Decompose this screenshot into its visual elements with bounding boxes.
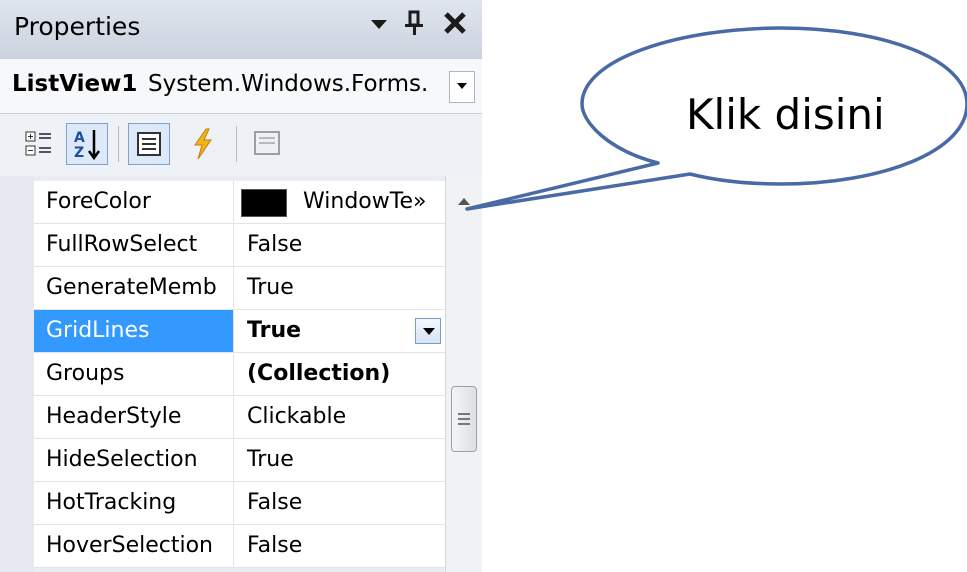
property-row-hideselection[interactable]: HideSelection True [34, 439, 445, 482]
object-name: ListView1 [12, 71, 138, 97]
property-row-headerstyle[interactable]: HeaderStyle Clickable [34, 396, 445, 439]
alphabetical-icon[interactable]: A Z [66, 123, 108, 165]
property-pages-icon[interactable] [246, 123, 288, 165]
property-name: HeaderStyle [34, 396, 234, 438]
property-name: GridLines [34, 310, 234, 352]
object-selector-dropdown-icon[interactable] [449, 71, 475, 103]
value-dropdown-icon[interactable] [415, 318, 441, 344]
title-bar: Properties [0, 0, 482, 58]
pin-icon[interactable] [402, 8, 426, 45]
property-value[interactable]: Clickable [235, 396, 445, 438]
property-row-fullrowselect[interactable]: FullRowSelect False [34, 224, 445, 267]
scroll-thumb[interactable] [451, 386, 477, 452]
svg-text:A: A [74, 130, 85, 146]
properties-icon[interactable] [128, 123, 170, 165]
property-value[interactable]: True [235, 439, 445, 481]
property-value[interactable]: True [235, 310, 445, 352]
property-row-generatemember[interactable]: GenerateMemb True [34, 267, 445, 310]
property-row-hoverselection[interactable]: HoverSelection False [34, 525, 445, 568]
property-value[interactable]: True [235, 267, 445, 309]
categorized-icon[interactable] [18, 123, 60, 165]
window-title: Properties [14, 12, 141, 41]
property-value[interactable]: (Collection) [235, 353, 445, 395]
property-name: HoverSelection [34, 525, 234, 567]
property-row-groups[interactable]: Groups (Collection) [34, 353, 445, 396]
scroll-up-icon[interactable] [458, 198, 470, 205]
property-name: ForeColor [34, 181, 234, 223]
properties-window: Properties ListView1 System.Windows.Form… [0, 0, 482, 572]
property-row-forecolor[interactable]: ForeColor WindowTe» [34, 181, 445, 224]
toolbar-separator [118, 126, 119, 162]
property-row-hottracking[interactable]: HotTracking False [34, 482, 445, 525]
callout-text: Klik disini [686, 90, 885, 139]
object-type: System.Windows.Forms. [148, 71, 429, 97]
property-name: GenerateMemb [34, 267, 234, 309]
property-value[interactable]: False [235, 525, 445, 567]
property-value[interactable]: WindowTe» [235, 181, 445, 223]
grid-margin [0, 176, 34, 572]
events-icon[interactable] [182, 123, 224, 165]
property-row-gridlines[interactable]: GridLines True [34, 310, 445, 353]
object-selector[interactable]: ListView1 System.Windows.Forms. [0, 58, 482, 114]
vertical-scrollbar[interactable] [445, 176, 482, 572]
property-grid: ForeColor WindowTe» FullRowSelect False … [0, 176, 482, 572]
property-name: HideSelection [34, 439, 234, 481]
property-value[interactable]: False [235, 482, 445, 524]
close-icon[interactable] [442, 8, 468, 45]
property-name: HotTracking [34, 482, 234, 524]
property-value[interactable]: False [235, 224, 445, 266]
properties-toolbar: A Z [0, 114, 482, 176]
svg-text:Z: Z [74, 145, 84, 161]
property-name: FullRowSelect [34, 224, 234, 266]
window-position-dropdown-icon[interactable] [368, 8, 390, 45]
property-name: Groups [34, 353, 234, 395]
toolbar-separator [236, 126, 237, 162]
